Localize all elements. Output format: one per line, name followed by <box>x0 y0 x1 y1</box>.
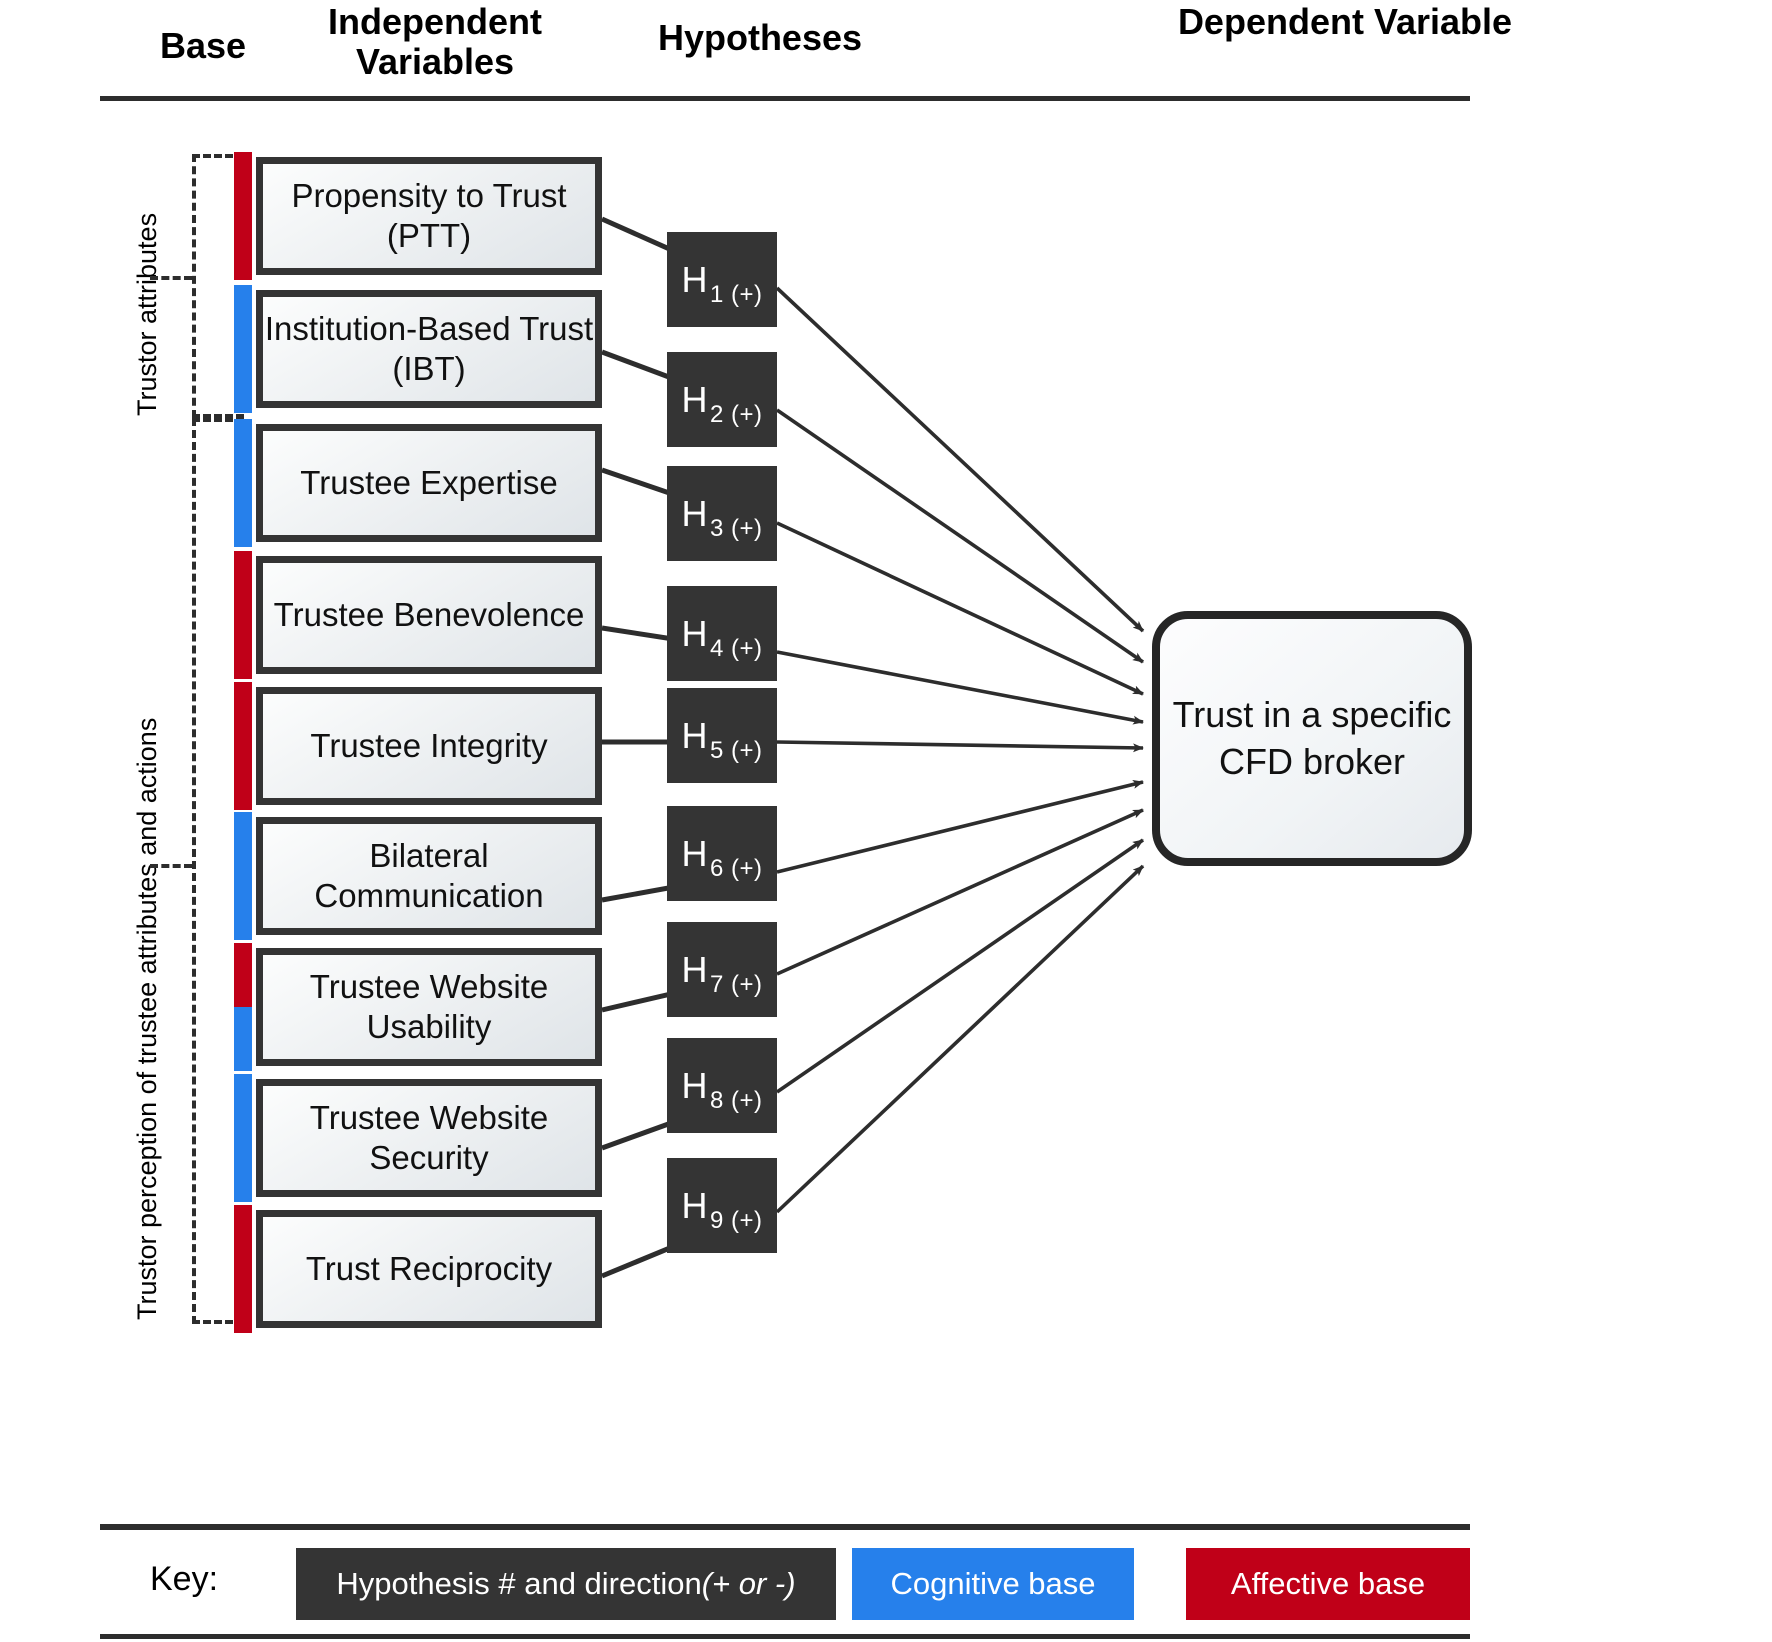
hypothesis-symbol: H <box>681 948 708 990</box>
hypothesis-box-h8[interactable]: H8 (+) <box>667 1038 777 1133</box>
base-segment-cognitive <box>234 285 252 413</box>
base-color-bar <box>234 285 252 413</box>
hypothesis-symbol: H <box>681 832 708 874</box>
base-segment-affective <box>234 1205 252 1333</box>
variable-box[interactable]: Trustee Website Security <box>256 1079 602 1197</box>
hypothesis-subscript: 6 (+) <box>709 855 763 882</box>
hypothesis-box-h1[interactable]: H1 (+) <box>667 232 777 327</box>
hypothesis-symbol: H <box>681 612 708 654</box>
column-header-hypotheses: Hypotheses <box>657 17 863 58</box>
header-divider-rule <box>100 96 1470 101</box>
key-chip-affective-base: Affective base <box>1186 1548 1470 1620</box>
base-segment-affective <box>234 943 252 1007</box>
variable-box[interactable]: Bilateral Communication <box>256 817 602 935</box>
column-header-base: Base <box>159 25 247 66</box>
base-color-bar <box>234 1074 252 1202</box>
base-segment-affective <box>234 682 252 810</box>
variable-box[interactable]: Trustee Integrity <box>256 687 602 805</box>
base-color-bar <box>234 152 252 280</box>
base-segment-cognitive <box>234 1007 252 1071</box>
hypothesis-box-h4[interactable]: H4 (+) <box>667 586 777 681</box>
hypothesis-symbol: H <box>681 258 708 300</box>
column-header-dependent-variable: Dependent Variable <box>1177 1 1513 42</box>
column-header-independent-variables: Independent Variables <box>328 1 542 83</box>
hypothesis-box-h3[interactable]: H3 (+) <box>667 466 777 561</box>
variable-box[interactable]: Propensity to Trust (PTT) <box>256 157 602 275</box>
hypothesis-symbol: H <box>681 378 708 420</box>
variable-box[interactable]: Trustee Benevolence <box>256 556 602 674</box>
base-segment-affective <box>234 152 252 280</box>
base-color-bar <box>234 682 252 810</box>
variable-box[interactable]: Institution-Based Trust (IBT) <box>256 290 602 408</box>
hypothesis-subscript: 5 (+) <box>709 737 763 764</box>
variable-box[interactable]: Trustee Website Usability <box>256 948 602 1066</box>
hypothesis-box-h7[interactable]: H7 (+) <box>667 922 777 1017</box>
key-label: Key: <box>150 1560 219 1598</box>
key-chip-hypothesis-suffix: (+ or -) <box>701 1566 796 1601</box>
key-chip-hypothesis-prefix: Hypothesis # and direction <box>336 1566 702 1601</box>
base-segment-affective <box>234 551 252 679</box>
hypothesis-symbol: H <box>681 1064 708 1106</box>
variable-box[interactable]: Trustee Expertise <box>256 424 602 542</box>
key-chip-hypothesis: Hypothesis # and direction (+ or -) <box>296 1548 836 1620</box>
base-color-bar <box>234 551 252 679</box>
base-color-bar <box>234 1205 252 1333</box>
hypothesis-subscript: 7 (+) <box>709 971 763 998</box>
hypothesis-symbol: H <box>681 1184 708 1226</box>
hypothesis-symbol: H <box>681 492 708 534</box>
group-label-trustor-attributes: Trustor attributes <box>132 212 162 416</box>
hypothesis-subscript: 1 (+) <box>709 281 763 308</box>
hypothesis-symbol: H <box>681 714 708 756</box>
group-bracket-stub-trustor-attributes <box>150 276 192 280</box>
key-chip-cognitive-base: Cognitive base <box>852 1548 1134 1620</box>
hypothesis-subscript: 3 (+) <box>709 515 763 542</box>
group-bracket-stub-trustor-perception <box>150 864 192 868</box>
hypothesis-box-h2[interactable]: H2 (+) <box>667 352 777 447</box>
dependent-variable-box[interactable]: Trust in a specific CFD broker <box>1152 611 1472 866</box>
base-color-bar <box>234 943 252 1071</box>
hypothesis-subscript: 8 (+) <box>709 1087 763 1114</box>
hypothesis-subscript: 2 (+) <box>709 401 763 428</box>
hypothesis-subscript: 4 (+) <box>709 635 763 662</box>
variable-box[interactable]: Trust Reciprocity <box>256 1210 602 1328</box>
base-segment-cognitive <box>234 419 252 547</box>
research-model-diagram: Base Independent Variables Hypotheses De… <box>0 0 1772 1642</box>
base-segment-cognitive <box>234 812 252 940</box>
base-color-bar <box>234 812 252 940</box>
key-divider-rule-bottom <box>100 1634 1470 1639</box>
base-color-bar <box>234 419 252 547</box>
hypothesis-box-h5[interactable]: H5 (+) <box>667 688 777 783</box>
key-divider-rule-top <box>100 1524 1470 1530</box>
group-label-trustor-perception: Trustor perception of trustee attributes… <box>132 717 162 1320</box>
hypothesis-box-h6[interactable]: H6 (+) <box>667 806 777 901</box>
hypothesis-subscript: 9 (+) <box>709 1207 763 1234</box>
base-segment-cognitive <box>234 1074 252 1202</box>
hypothesis-box-h9[interactable]: H9 (+) <box>667 1158 777 1253</box>
